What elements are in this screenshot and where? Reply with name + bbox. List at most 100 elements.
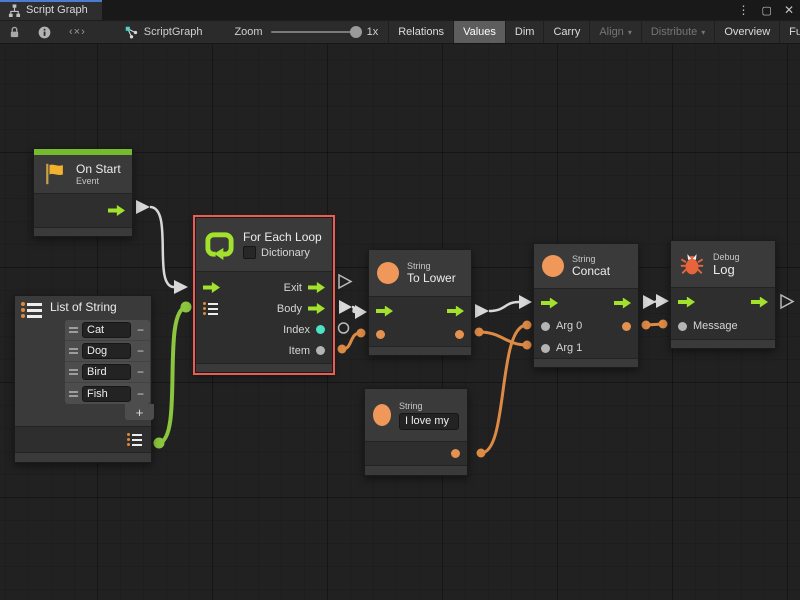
node-category: String — [407, 261, 456, 271]
node-footer — [365, 465, 467, 475]
control-input-port[interactable] — [541, 298, 558, 309]
wire-cap-dot[interactable] — [357, 329, 366, 338]
fullscreen-button[interactable]: Full Screen — [779, 21, 800, 43]
remove-item-button[interactable]: − — [135, 323, 146, 337]
node-header: List of String Cat − Dog − B — [15, 296, 151, 426]
string-input-port[interactable] — [376, 330, 385, 339]
wire-cap-triangle[interactable] — [355, 305, 367, 319]
wire-cap-triangle[interactable] — [519, 295, 532, 309]
remove-item-button[interactable]: − — [135, 387, 146, 401]
list-item-field[interactable]: Bird — [82, 364, 131, 380]
node-string-literal[interactable]: String — [364, 388, 468, 476]
arg1-input-port[interactable] — [541, 344, 550, 353]
list-item-field[interactable]: Cat — [82, 322, 131, 338]
carry-toggle[interactable]: Carry — [543, 21, 589, 43]
graph-breadcrumb[interactable]: ScriptGraph — [117, 21, 211, 43]
maximize-icon[interactable]: ▢ — [762, 4, 772, 17]
node-header: For Each Loop Dictionary — [196, 218, 332, 271]
wire-cap-triangle[interactable] — [656, 294, 669, 308]
dim-toggle[interactable]: Dim — [505, 21, 544, 43]
message-input-port[interactable] — [678, 322, 687, 331]
node-header: String Concat — [534, 244, 638, 288]
wire-cap-triangle[interactable] — [174, 280, 188, 294]
node-title: Concat — [572, 264, 610, 278]
close-icon[interactable]: ✕ — [784, 3, 794, 17]
wire-tolower-to-arg1[interactable] — [479, 332, 527, 345]
string-value-input[interactable] — [399, 413, 459, 430]
remove-item-button[interactable]: − — [135, 365, 146, 379]
wire-onstart-to-foreach[interactable] — [150, 207, 174, 287]
list-item-field[interactable]: Fish — [82, 386, 131, 402]
exit-output-port[interactable] — [308, 282, 325, 293]
node-concat[interactable]: String Concat Arg 0 Arg 1 — [533, 243, 639, 368]
index-output-port[interactable] — [316, 325, 325, 334]
lock-button[interactable] — [0, 21, 29, 43]
distribute-dropdown[interactable]: Distribute ▾ — [641, 21, 714, 43]
add-item-button[interactable]: + — [125, 404, 154, 420]
node-category: String — [572, 254, 610, 264]
node-for-each-loop[interactable]: For Each Loop Dictionary Exit — [195, 217, 333, 373]
remove-item-button[interactable]: − — [135, 344, 146, 358]
align-dropdown[interactable]: Align ▾ — [589, 21, 640, 43]
overview-button[interactable]: Overview — [714, 21, 779, 43]
zoom-slider-handle[interactable] — [350, 26, 362, 38]
wire-cap-triangle[interactable] — [339, 300, 352, 314]
wire-cap-triangle[interactable] — [475, 304, 489, 318]
node-footer — [671, 339, 775, 348]
control-input-port[interactable] — [203, 282, 220, 293]
wire-cap-dot[interactable] — [181, 302, 192, 313]
list-output-port[interactable] — [127, 433, 142, 446]
code-preview-button[interactable]: ‹×› — [60, 21, 95, 43]
control-input-port[interactable] — [678, 297, 695, 308]
relations-toggle[interactable]: Relations — [388, 21, 453, 43]
wire-cap-dot[interactable] — [523, 341, 532, 350]
wire-cap-triangle[interactable] — [643, 295, 656, 309]
unconnected-index-marker[interactable] — [339, 323, 349, 333]
node-debug-log[interactable]: Debug Log Message — [670, 240, 776, 349]
node-on-start[interactable]: On Start Event — [33, 148, 133, 237]
control-output-port[interactable] — [108, 205, 125, 216]
unconnected-exit-marker[interactable] — [339, 275, 351, 288]
node-list-of-string[interactable]: List of String Cat − Dog − B — [14, 295, 152, 463]
string-output-port[interactable] — [451, 449, 460, 458]
list-input-port[interactable] — [203, 302, 218, 315]
zoom-slider[interactable] — [271, 31, 359, 33]
drag-handle-icon[interactable] — [69, 348, 78, 354]
wire-cap-dot[interactable] — [659, 320, 668, 329]
values-toggle[interactable]: Values — [453, 21, 505, 43]
inspect-button[interactable] — [29, 21, 60, 43]
node-footer — [15, 452, 151, 462]
item-output-port[interactable] — [316, 346, 325, 355]
menu-icon[interactable]: ⋮ — [738, 3, 750, 17]
window-controls: ⋮ ▢ ✕ — [738, 0, 794, 20]
string-output-port[interactable] — [455, 330, 464, 339]
wire-body-to-tolower[interactable] — [352, 307, 355, 312]
string-type-icon — [373, 404, 391, 426]
graph-name-label: ScriptGraph — [144, 26, 203, 38]
wire-cap-triangle[interactable] — [136, 200, 150, 214]
control-output-port[interactable] — [751, 297, 768, 308]
arg0-input-port[interactable] — [541, 322, 550, 331]
dictionary-checkbox[interactable] — [243, 246, 256, 259]
dictionary-label: Dictionary — [261, 247, 310, 259]
drag-handle-icon[interactable] — [69, 391, 78, 397]
node-to-lower[interactable]: String To Lower — [368, 249, 472, 356]
wire-tolower-to-concat[interactable] — [489, 302, 519, 311]
unconnected-log-exit-marker[interactable] — [781, 295, 793, 308]
zoom-control: Zoom 1x — [224, 21, 388, 43]
tab-script-graph[interactable]: Script Graph — [0, 0, 102, 20]
code-icon: ‹×› — [69, 26, 86, 38]
wire-list-to-foreach[interactable] — [159, 307, 186, 443]
tab-bar: Script Graph ⋮ ▢ ✕ — [0, 0, 800, 20]
wire-cap-dot[interactable] — [523, 321, 532, 330]
result-output-port[interactable] — [622, 322, 631, 331]
scriptgraph-icon — [125, 26, 138, 39]
graph-canvas[interactable]: On Start Event List of String — [0, 44, 800, 600]
body-output-port[interactable] — [308, 303, 325, 314]
control-output-port[interactable] — [614, 298, 631, 309]
drag-handle-icon[interactable] — [69, 369, 78, 375]
control-input-port[interactable] — [376, 306, 393, 317]
drag-handle-icon[interactable] — [69, 327, 78, 333]
list-item-field[interactable]: Dog — [82, 343, 131, 359]
control-output-port[interactable] — [447, 306, 464, 317]
